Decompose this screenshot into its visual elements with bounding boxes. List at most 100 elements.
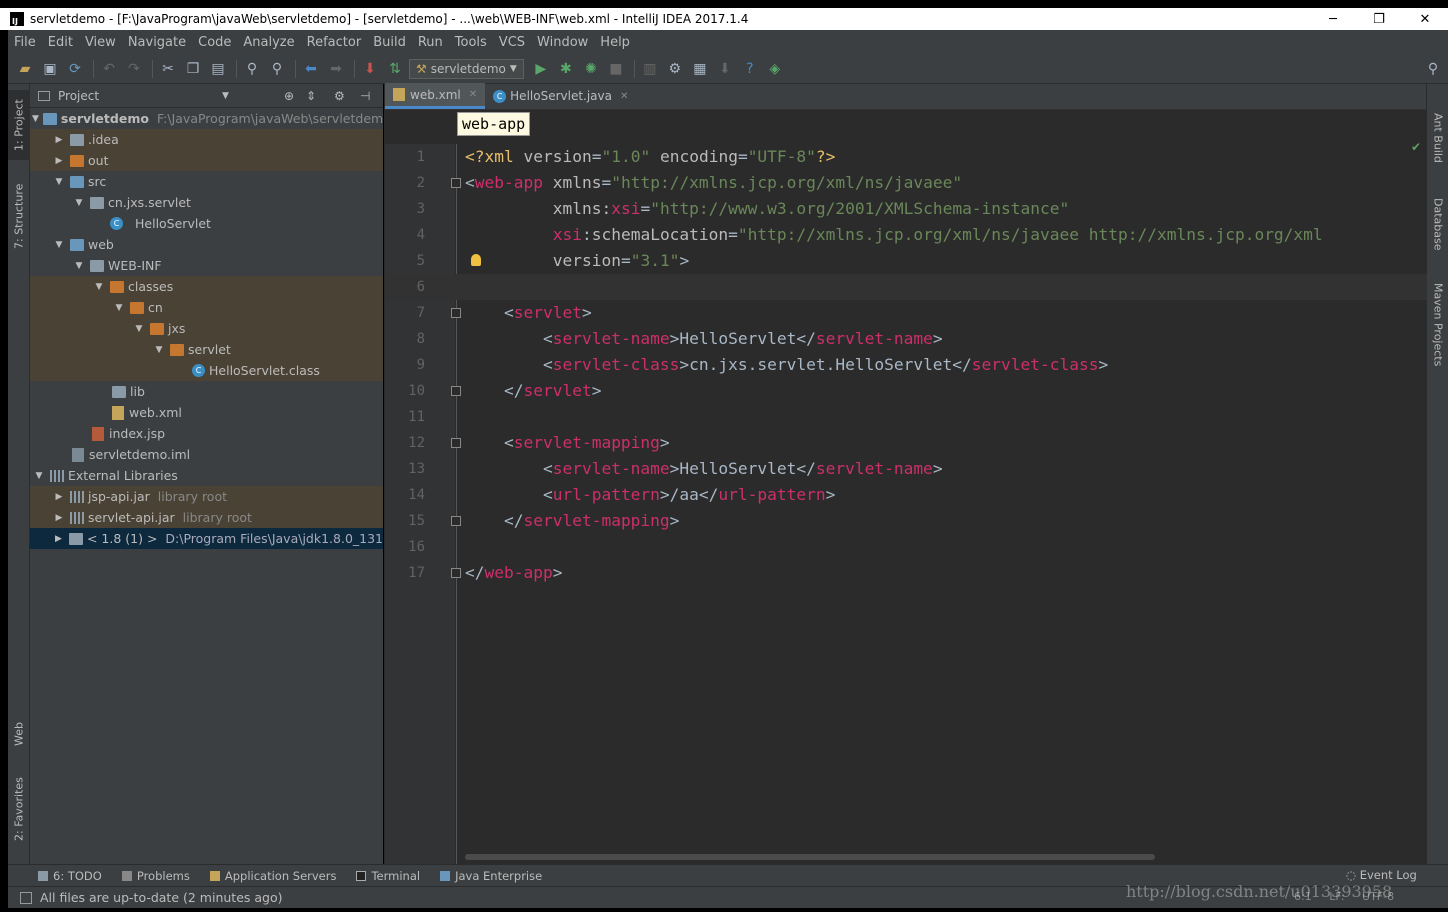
tree-item[interactable]: ▶ servlet-api.jar library root <box>30 507 383 528</box>
tree-item[interactable]: ▼ servlet <box>30 339 383 360</box>
horizontal-scrollbar[interactable] <box>465 854 1155 860</box>
menu-tools[interactable]: Tools <box>455 35 487 50</box>
sync-icon[interactable]: ⟳ <box>64 58 86 80</box>
close-button[interactable]: ✕ <box>1402 8 1448 30</box>
undo-icon[interactable]: ↶ <box>98 58 120 80</box>
tab-maven-projects[interactable]: Maven Projects <box>1427 280 1448 370</box>
tree-item[interactable]: ▶ .idea <box>30 129 383 150</box>
close-icon[interactable]: ✕ <box>469 89 477 100</box>
menu-build[interactable]: Build <box>373 35 406 50</box>
tree-item[interactable]: ▶ < 1.8 (1) > D:\Program Files\Java\jdk1… <box>30 528 383 549</box>
tree-item[interactable]: ▼ classes <box>30 276 383 297</box>
tab-web[interactable]: Web <box>8 712 30 756</box>
replace-icon[interactable]: ⚲ <box>266 58 288 80</box>
tree-item[interactable]: lib <box>30 381 383 402</box>
menu-view[interactable]: View <box>85 35 116 50</box>
find-icon[interactable]: ⚲ <box>241 58 263 80</box>
fold-marker-icon[interactable] <box>451 178 461 188</box>
menu-refactor[interactable]: Refactor <box>307 35 362 50</box>
expanded-arrow-icon[interactable]: ▼ <box>132 324 146 334</box>
collapse-all-icon[interactable]: ⇕ <box>306 89 316 103</box>
vcs-icon[interactable]: ▥ <box>639 58 661 80</box>
tree-item[interactable]: ▼ External Libraries <box>30 465 383 486</box>
settings-icon[interactable]: ⚙ <box>664 58 686 80</box>
tree-item[interactable]: C HelloServlet <box>30 213 383 234</box>
back-icon[interactable]: ⬅ <box>300 58 322 80</box>
tool-problems[interactable]: Problems <box>121 869 190 883</box>
maximize-button[interactable]: ❐ <box>1356 8 1402 30</box>
fold-marker-icon[interactable] <box>451 308 461 318</box>
tool-todo[interactable]: 6: TODO <box>38 869 102 883</box>
tree-item[interactable]: ▼ servletdemo F:\JavaProgram\javaWeb\ser… <box>30 108 391 129</box>
tool-terminal[interactable]: Terminal <box>356 869 420 883</box>
build-icon[interactable]: ⬇ <box>359 58 381 80</box>
tree-item[interactable]: ▼ WEB-INF <box>30 255 383 276</box>
open-folder-icon[interactable]: ▰ <box>14 58 36 80</box>
tree-item[interactable]: ▼ cn <box>30 297 383 318</box>
tool-java-enterprise[interactable]: Java Enterprise <box>440 869 542 883</box>
expanded-arrow-icon[interactable]: ▼ <box>72 198 86 208</box>
search-everywhere-icon[interactable]: ⚲ <box>1422 58 1444 80</box>
plugin-icon[interactable]: ◈ <box>764 58 786 80</box>
menu-navigate[interactable]: Navigate <box>128 35 186 50</box>
tree-item[interactable]: ▼ web <box>30 234 383 255</box>
make-icon[interactable]: ⇅ <box>384 58 406 80</box>
expanded-arrow-icon[interactable]: ▼ <box>72 261 86 271</box>
paste-icon[interactable]: ▤ <box>207 58 229 80</box>
minimize-button[interactable]: ─ <box>1310 8 1356 30</box>
tool-application-servers[interactable]: Application Servers <box>209 869 336 883</box>
event-log-button[interactable]: ◌ Event Log <box>1346 868 1417 882</box>
collapsed-arrow-icon[interactable]: ▶ <box>52 492 66 502</box>
run-icon[interactable]: ▶ <box>530 58 552 80</box>
menu-vcs[interactable]: VCS <box>499 35 525 50</box>
tree-item[interactable]: C HelloServlet.class <box>30 360 383 381</box>
tab-structure[interactable]: 7: Structure <box>8 176 30 256</box>
menu-file[interactable]: File <box>14 35 36 50</box>
expanded-arrow-icon[interactable]: ▼ <box>52 177 66 187</box>
scroll-from-source-icon[interactable]: ⊕ <box>284 89 294 103</box>
tree-item[interactable]: ▼ jxs <box>30 318 383 339</box>
expanded-arrow-icon[interactable]: ▼ <box>112 303 126 313</box>
forward-icon[interactable]: ➡ <box>325 58 347 80</box>
close-icon[interactable]: ✕ <box>620 91 628 102</box>
tree-item[interactable]: index.jsp <box>30 423 383 444</box>
collapsed-arrow-icon[interactable]: ▶ <box>52 513 66 523</box>
save-icon[interactable]: ▣ <box>39 58 61 80</box>
expanded-arrow-icon[interactable]: ▼ <box>52 240 66 250</box>
expanded-arrow-icon[interactable]: ▼ <box>32 471 46 481</box>
chevron-down-icon[interactable]: ▼ <box>222 91 229 101</box>
collapsed-arrow-icon[interactable]: ▶ <box>52 135 66 145</box>
redo-icon[interactable]: ↷ <box>123 58 145 80</box>
project-structure-icon[interactable]: ▦ <box>689 58 711 80</box>
tab-favorites[interactable]: 2: Favorites <box>8 774 30 844</box>
expanded-arrow-icon[interactable]: ▼ <box>92 282 106 292</box>
stop-icon[interactable]: ■ <box>605 58 627 80</box>
fold-marker-icon[interactable] <box>451 568 461 578</box>
tree-item[interactable]: ▼ src <box>30 171 383 192</box>
gear-icon[interactable]: ⚙ <box>334 89 345 103</box>
project-panel-title[interactable]: Project <box>58 89 99 103</box>
tree-item[interactable]: ▶ out <box>30 150 383 171</box>
tab-ant-build[interactable]: Ant Build <box>1427 108 1448 168</box>
menu-help[interactable]: Help <box>600 35 630 50</box>
hide-panel-icon[interactable]: ⊣ <box>360 89 370 103</box>
status-checkbox-icon[interactable] <box>20 891 32 904</box>
tab-hello-servlet[interactable]: C HelloServlet.java ✕ <box>485 83 636 109</box>
tree-item[interactable]: web.xml <box>30 402 383 423</box>
menu-window[interactable]: Window <box>537 35 588 50</box>
menu-run[interactable]: Run <box>418 35 443 50</box>
fold-marker-icon[interactable] <box>451 386 461 396</box>
tree-item[interactable]: servletdemo.iml <box>30 444 383 465</box>
tree-item[interactable]: ▼ cn.jxs.servlet <box>30 192 383 213</box>
sdk-icon[interactable]: ⬇ <box>714 58 736 80</box>
fold-marker-icon[interactable] <box>451 516 461 526</box>
coverage-icon[interactable]: ✺ <box>580 58 602 80</box>
tree-item[interactable]: ▶ jsp-api.jar library root <box>30 486 383 507</box>
help-icon[interactable]: ? <box>739 58 761 80</box>
cut-icon[interactable]: ✂ <box>157 58 179 80</box>
menu-analyze[interactable]: Analyze <box>243 35 294 50</box>
menu-edit[interactable]: Edit <box>48 35 73 50</box>
collapsed-arrow-icon[interactable]: ▶ <box>52 534 65 544</box>
run-configuration-select[interactable]: ⚒ servletdemo ▼ <box>409 58 524 79</box>
tab-database[interactable]: Database <box>1427 196 1448 252</box>
